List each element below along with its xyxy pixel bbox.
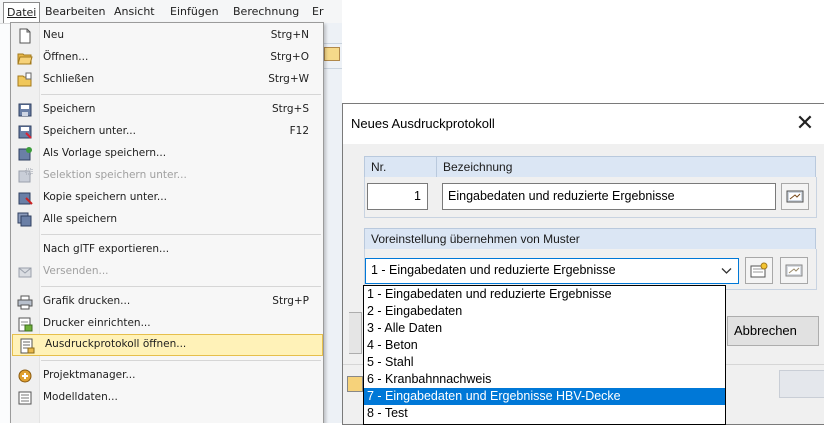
toolbar-button[interactable]	[779, 370, 824, 398]
menu-item-drucker-einrichten[interactable]: Drucker einrichten...	[11, 313, 323, 335]
project-manager-icon	[18, 369, 32, 383]
menu-item-selektion-speichern[interactable]: Selektion speichern unter...	[11, 165, 323, 187]
edit-template-button[interactable]	[780, 257, 808, 284]
bezeichnung-field[interactable]: Eingabedaten und reduzierte Ergebnisse	[442, 183, 776, 210]
edit-description-button[interactable]	[781, 183, 809, 210]
dropdown-option[interactable]: 4 - Beton	[364, 337, 725, 354]
menu-item-kopie-speichern[interactable]: Kopie speichern unter...	[11, 187, 323, 209]
bezeichnung-header: Bezeichnung	[436, 156, 816, 178]
close-folder-icon	[17, 72, 32, 87]
menu-item-ausdruckprotokoll[interactable]: Ausdruckprotokoll öffnen...	[12, 334, 323, 356]
dropdown-option[interactable]: 8 - Test	[364, 405, 725, 422]
save-all-icon	[17, 212, 32, 227]
nr-header: Nr.	[364, 156, 438, 178]
dropdown-option-highlighted[interactable]: 7 - Eingabedaten und Ergebnisse HBV-Deck…	[364, 388, 725, 405]
new-file-icon	[19, 28, 31, 44]
dropdown-option[interactable]: 5 - Stahl	[364, 354, 725, 371]
menu-item-schliessen[interactable]: Schließen Strg+W	[11, 69, 323, 91]
menu-berechnung[interactable]: Berechnung	[233, 4, 299, 20]
new-template-button[interactable]	[745, 257, 773, 284]
open-folder-icon	[17, 53, 33, 65]
report-toolbar-icon[interactable]	[347, 376, 363, 392]
toolbar-icon[interactable]	[324, 47, 340, 61]
chevron-down-icon	[721, 268, 732, 274]
close-icon: ✕	[795, 111, 815, 136]
menu-item-modelldaten[interactable]: Modelldaten...	[11, 387, 323, 409]
menu-bearbeiten[interactable]: Bearbeiten	[45, 4, 105, 20]
print-graphic-icon	[17, 295, 33, 310]
menu-item-als-vorlage[interactable]: Als Vorlage speichern...	[11, 143, 323, 165]
send-icon	[18, 267, 32, 278]
dialog-title: Neues Ausdruckprotokoll	[351, 116, 495, 131]
dropdown-option[interactable]: 1 - Eingabedaten und reduzierte Ergebnis…	[364, 286, 725, 303]
menu-item-grafik-drucken[interactable]: Grafik drucken... Strg+P	[11, 291, 323, 313]
template-header: Voreinstellung übernehmen von Muster	[364, 228, 816, 250]
new-template-icon	[750, 262, 768, 278]
printer-setup-icon	[18, 317, 33, 332]
application-window: Datei Bearbeiten Ansicht Einfügen Berech…	[0, 0, 342, 423]
menu-item-oeffnen[interactable]: Öffnen... Strg+O	[11, 47, 323, 69]
save-copy-icon	[18, 192, 33, 205]
edit-description-icon	[786, 190, 804, 203]
menu-item-projektmanager[interactable]: Projektmanager...	[11, 365, 323, 387]
dropdown-option[interactable]: 2 - Eingabedaten	[364, 303, 725, 320]
menu-item-versenden[interactable]: Versenden...	[11, 261, 323, 283]
save-selection-icon	[18, 168, 33, 183]
model-data-icon	[18, 391, 32, 405]
menu-item-speichern-unter[interactable]: Speichern unter... F12	[11, 121, 323, 143]
menu-more[interactable]: Er	[312, 4, 323, 20]
menu-item-neu[interactable]: Neu Strg+N	[11, 25, 323, 47]
menu-ansicht[interactable]: Ansicht	[114, 4, 155, 20]
dropdown-option[interactable]: 3 - Alle Daten	[364, 320, 725, 337]
save-template-icon	[18, 147, 32, 161]
nr-field[interactable]: 1	[367, 183, 428, 210]
menu-item-speichern[interactable]: Speichern Strg+S	[11, 99, 323, 121]
cancel-button[interactable]: Abbrechen	[727, 316, 819, 346]
edit-template-icon	[785, 264, 803, 277]
close-button[interactable]: ✕	[789, 110, 821, 138]
dialog-titlebar: Neues Ausdruckprotokoll ✕	[343, 104, 824, 144]
printout-report-icon	[20, 338, 35, 354]
menu-bar: Datei Bearbeiten Ansicht Einfügen Berech…	[0, 0, 342, 24]
dropdown-option[interactable]: 6 - Kranbahnnachweis	[364, 371, 725, 388]
file-menu: Neu Strg+N Öffnen... Strg+O Schließen St…	[10, 22, 324, 423]
ok-button[interactable]	[349, 312, 362, 354]
menu-datei[interactable]: Datei	[3, 2, 41, 23]
template-select[interactable]: 1 - Eingabedaten und reduzierte Ergebnis…	[365, 258, 739, 284]
menu-item-gltf-export[interactable]: Nach glTF exportieren...	[11, 239, 323, 261]
save-icon	[18, 103, 32, 117]
save-as-icon	[18, 125, 32, 139]
menu-item-alle-speichern[interactable]: Alle speichern	[11, 209, 323, 231]
template-dropdown-list: 1 - Eingabedaten und reduzierte Ergebnis…	[363, 285, 726, 425]
menu-einfuegen[interactable]: Einfügen	[170, 4, 219, 20]
